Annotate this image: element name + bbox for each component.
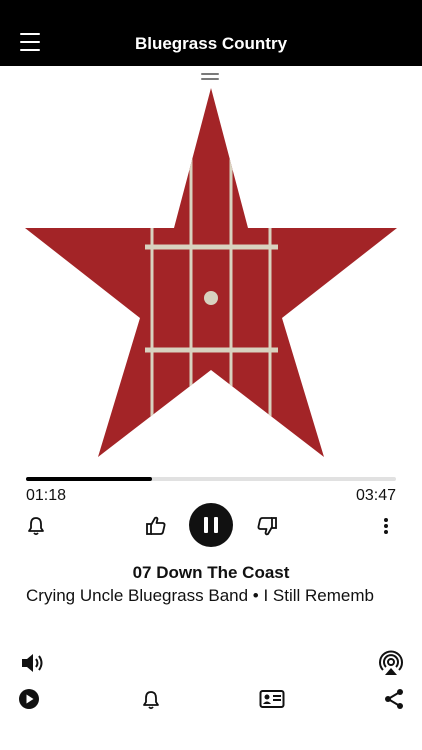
airplay-icon[interactable] — [377, 649, 405, 677]
thumbs-up-icon[interactable] — [144, 514, 168, 538]
speaker-volume-icon[interactable] — [19, 650, 47, 676]
more-vertical-icon[interactable] — [379, 515, 393, 537]
bell-icon[interactable] — [26, 515, 46, 537]
album-artwork — [25, 88, 397, 457]
pause-button[interactable] — [189, 503, 233, 547]
thumbs-down-icon[interactable] — [255, 514, 279, 538]
share-icon[interactable] — [382, 687, 406, 711]
top-bar: Bluegrass Country — [0, 0, 422, 66]
progress-bar[interactable] — [26, 477, 396, 481]
elapsed-time: 01:18 — [26, 487, 67, 504]
track-title: 07 Down The Coast — [132, 563, 290, 582]
star-logo — [25, 88, 397, 457]
station-title: Bluegrass Country — [134, 34, 288, 53]
progress-fill — [26, 477, 152, 481]
alerts-bell-icon[interactable] — [140, 688, 162, 712]
total-duration: 03:47 — [355, 487, 396, 504]
fret-dot — [204, 291, 218, 305]
track-artist-album: Crying Uncle Bluegrass Band • I Still Re… — [26, 586, 374, 605]
contact-card-icon[interactable] — [258, 688, 286, 710]
play-circle-icon[interactable] — [17, 687, 41, 711]
